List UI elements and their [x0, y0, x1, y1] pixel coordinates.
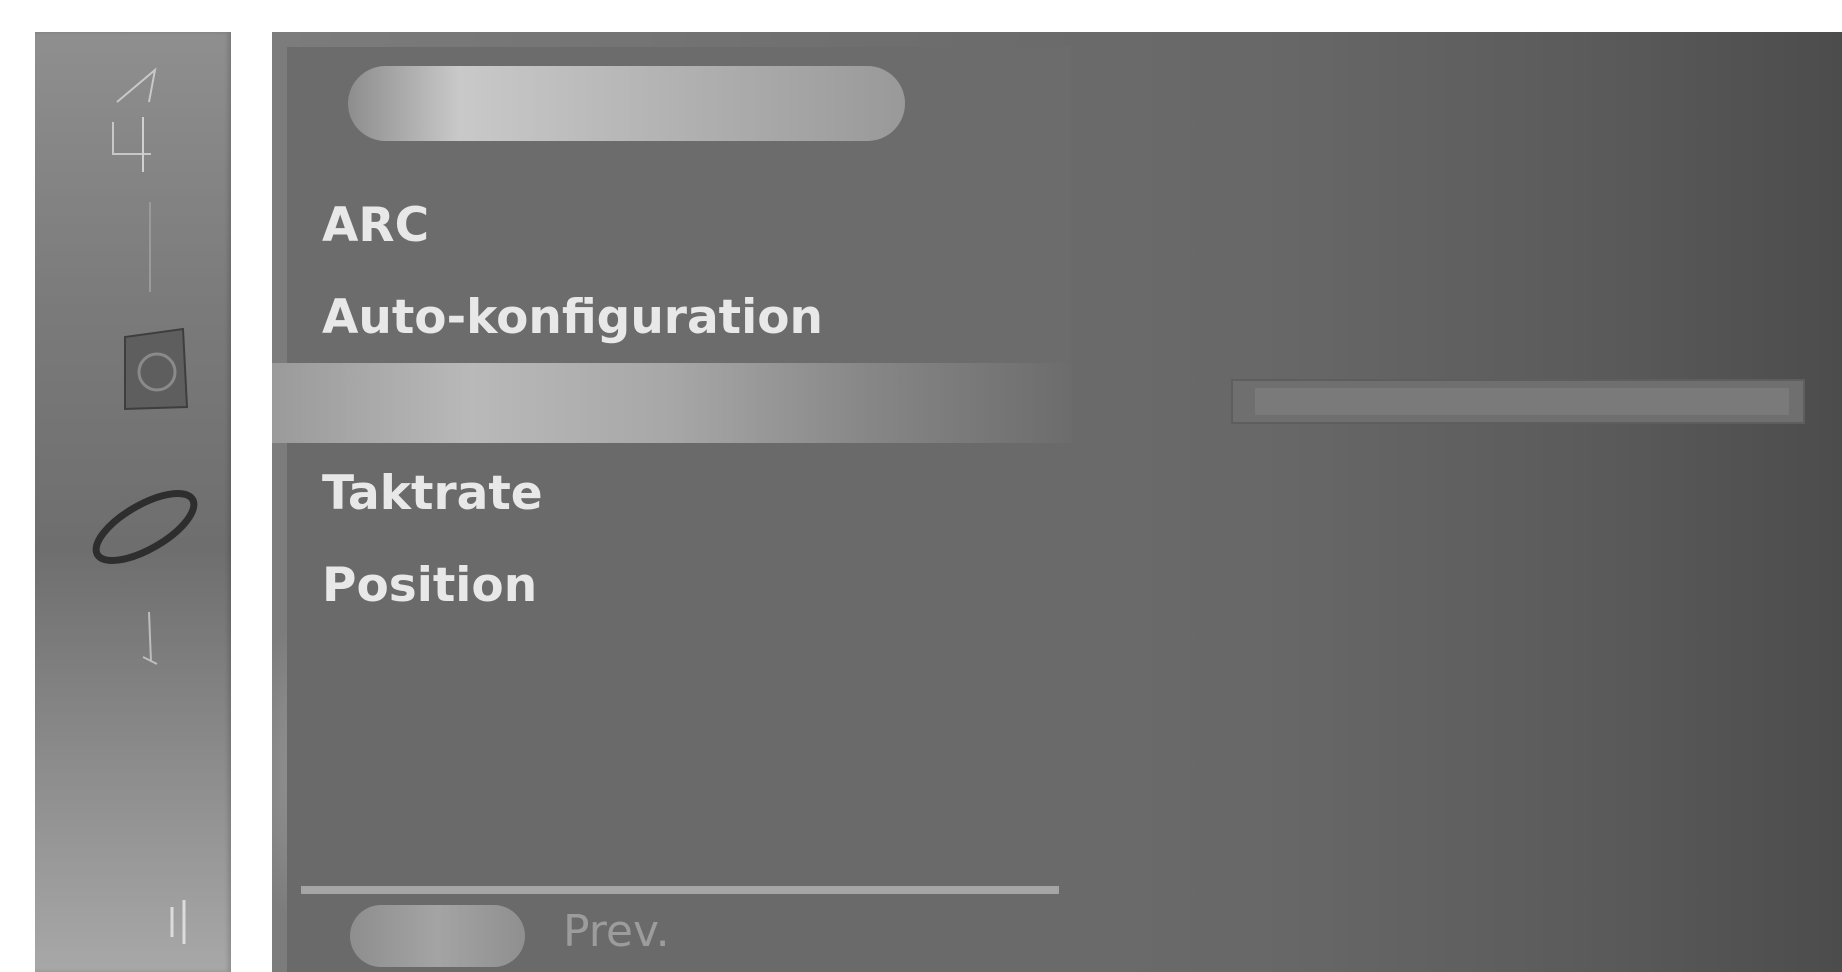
- exit-icon[interactable]: [160, 892, 200, 952]
- menu-item-auto-konfiguration[interactable]: Auto-konfiguration: [322, 290, 823, 345]
- prev-button[interactable]: [350, 905, 525, 967]
- menu-title-bar: [348, 66, 905, 141]
- footer-divider: [301, 886, 1059, 894]
- special-icon[interactable]: [125, 602, 175, 682]
- value-bar[interactable]: [1231, 379, 1805, 424]
- sound-icon[interactable]: [130, 197, 170, 297]
- picture-icon[interactable]: [105, 62, 165, 172]
- menu-item-arc[interactable]: ARC: [322, 198, 429, 253]
- menu-sidebar: [35, 32, 231, 972]
- menu-item-selected-highlight[interactable]: [272, 363, 1072, 443]
- screen-icon[interactable]: [80, 472, 210, 582]
- menu-item-taktrate[interactable]: Taktrate: [322, 466, 543, 521]
- menu-item-position[interactable]: Position: [322, 558, 537, 613]
- value-bar-fill: [1255, 388, 1789, 415]
- prev-label: Prev.: [563, 906, 670, 957]
- setup-icon[interactable]: [95, 327, 215, 417]
